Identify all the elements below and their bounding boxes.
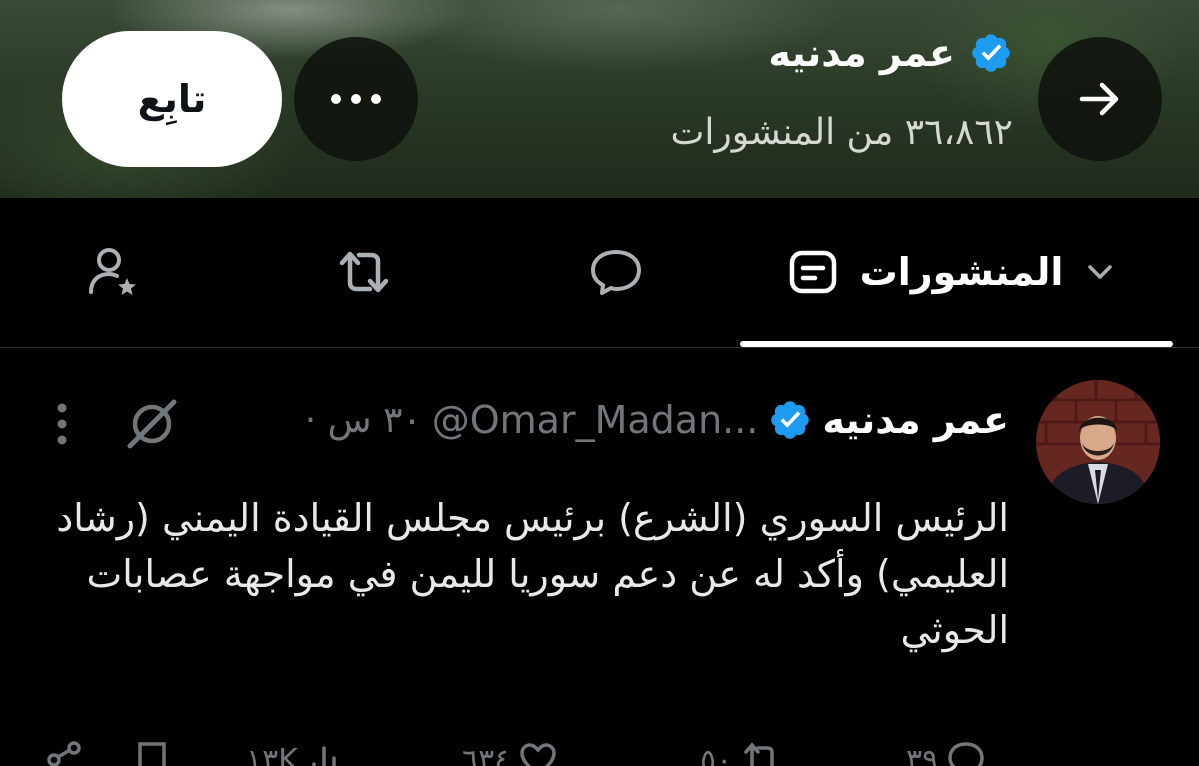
more-dots-icon [331,94,381,104]
repost-count: ٥٠ [700,742,733,766]
repost-action-icon [744,742,774,766]
repost-icon [339,251,389,293]
like-button[interactable]: ٦٣٤ [462,740,558,766]
post-header: عمر مدنيه @Omar_Madan... ٣٠ س · [305,390,1009,450]
replies-icon [591,250,641,295]
avatar[interactable] [1036,380,1160,504]
tab-reposts[interactable] [304,198,424,346]
views-icon [312,746,336,766]
reply-count: ٣٩ [906,742,939,766]
views-count: ١٣K [246,742,298,766]
more-options-button[interactable] [294,37,418,161]
post-actions: ٣٩ ٥٠ ٦٣٤ ١٣K [0,740,1199,766]
views-button[interactable]: ١٣K [246,740,346,766]
person-star-icon [89,248,136,295]
bookmark-button[interactable] [132,740,172,766]
tab-posts[interactable]: المنشورات [740,198,1173,346]
reply-button[interactable]: ٣٩ [906,740,986,766]
heart-icon [520,743,557,766]
grok-icon[interactable] [124,396,180,452]
tab-highlights[interactable] [54,198,174,346]
repost-button[interactable]: ٥٠ [700,740,784,766]
chevron-down-icon[interactable] [1085,257,1115,287]
post-item[interactable]: عمر مدنيه @Omar_Madan... ٣٠ س · الرئيس ا… [0,350,1199,766]
bookmark-icon [138,742,166,766]
profile-tabs: المنشورات [0,198,1199,348]
posts-icon [789,250,836,294]
profile-name: عمر مدنيه [768,31,955,75]
profile-name-row: عمر مدنيه [768,28,1013,78]
reply-icon [948,742,984,766]
post-text: الرئيس السوري (الشرع) برئيس مجلس القيادة… [56,496,1009,652]
post-timestamp[interactable]: ٣٠ س · [305,400,422,441]
post-author-name[interactable]: عمر مدنيه [822,398,1009,442]
verified-badge-icon [972,34,1010,72]
post-count: ٣٦،٨٦٢ من المنشورات [670,112,1013,153]
avatar-photo [1036,380,1160,504]
share-button[interactable] [44,740,84,766]
verified-badge-icon [771,401,810,439]
profile-header-banner: عمر مدنيه ٣٦،٨٦٢ من المنشورات تابِع [0,0,1199,198]
follow-button[interactable]: تابِع [62,31,282,167]
active-tab-indicator [740,341,1173,347]
tab-replies[interactable] [556,198,676,346]
back-button[interactable] [1038,37,1162,161]
arrow-right-icon [1079,82,1119,116]
like-count: ٦٣٤ [462,742,511,766]
post-menu-icon[interactable] [50,400,74,450]
tab-posts-label: المنشورات [859,250,1064,294]
share-icon [47,741,81,766]
post-handle[interactable]: @Omar_Madan... [432,398,759,442]
